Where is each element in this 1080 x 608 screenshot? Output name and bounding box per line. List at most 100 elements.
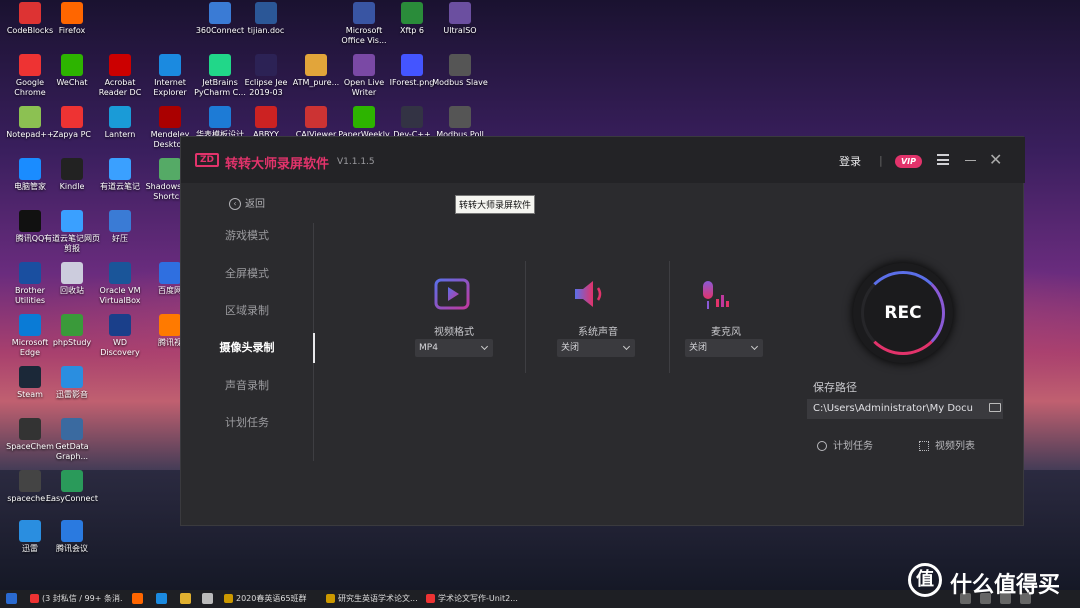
- title-separator: |: [879, 154, 883, 167]
- app-icon: [449, 2, 471, 24]
- grid-icon: [919, 441, 929, 451]
- explorer-icon[interactable]: [180, 593, 191, 604]
- desktop-icon[interactable]: Internet Explorer: [142, 54, 198, 98]
- app-icon: [19, 210, 41, 232]
- desktop-icon-label: 腾讯会议: [56, 544, 88, 553]
- wechat-icon[interactable]: [202, 593, 213, 604]
- desktop-icon[interactable]: WD Discovery: [92, 314, 148, 358]
- column-divider: [525, 261, 526, 373]
- app-icon: [255, 106, 277, 128]
- app-icon: [19, 106, 41, 128]
- app-icon: [19, 520, 41, 542]
- desktop-icon[interactable]: Lantern: [92, 106, 148, 140]
- desktop-icon[interactable]: Firefox: [44, 2, 100, 36]
- taskbar-item[interactable]: 2020春英语65班群: [224, 592, 318, 606]
- app-icon: [19, 54, 41, 76]
- record-label[interactable]: REC: [853, 303, 953, 323]
- title-bar[interactable]: ZD 转转大师录屏软件 V1.1.1.5 登录 | VIP ✕: [181, 137, 1025, 183]
- vip-badge[interactable]: VIP: [895, 155, 922, 168]
- desktop-icon[interactable]: UltraISO: [432, 2, 488, 36]
- desktop-icon[interactable]: Modbus Poll: [432, 106, 488, 140]
- sidebar-item-region[interactable]: 区域录制: [181, 302, 313, 318]
- app-icon: [19, 314, 41, 336]
- taskbar-item[interactable]: (3 封私信 / 99+ 条消...: [30, 592, 122, 606]
- desktop-icon[interactable]: Eclipse Jee 2019-03: [238, 54, 294, 98]
- sidebar-item-camera[interactable]: 摄像头录制: [181, 339, 313, 355]
- back-button[interactable]: ‹ 返回: [229, 195, 265, 210]
- app-icon: [109, 54, 131, 76]
- qq-icon: [224, 594, 233, 603]
- chevron-down-icon: [622, 342, 631, 351]
- desktop-icon[interactable]: Modbus Slave: [432, 54, 488, 88]
- video-format-select[interactable]: MP4: [415, 339, 493, 357]
- taskbar-item[interactable]: 学术论文写作-Unit2....: [426, 592, 518, 606]
- app-icon: [109, 262, 131, 284]
- app-icon: [353, 54, 375, 76]
- save-path-field[interactable]: C:\Users\Administrator\My Docu: [807, 399, 1003, 419]
- schedule-button[interactable]: 计划任务: [817, 437, 873, 452]
- login-button[interactable]: 登录: [839, 153, 861, 169]
- watermark: 值 什么值得买: [908, 563, 1078, 603]
- chevron-down-icon: [750, 342, 759, 351]
- app-icon: [61, 314, 83, 336]
- microphone-select[interactable]: 关闭: [685, 339, 763, 357]
- taskbar-item-label: 研究生英语学术论文...: [338, 594, 418, 603]
- desktop-icon[interactable]: EasyConnect: [44, 470, 100, 504]
- desktop-icon-label: 迅雷影音: [56, 390, 88, 399]
- app-icon: [305, 54, 327, 76]
- watermark-logo-icon: 值: [908, 563, 942, 597]
- app-icon: [305, 106, 327, 128]
- desktop-icon[interactable]: GetData Graph...: [44, 418, 100, 462]
- watermark-text: 什么值得买: [950, 573, 1061, 598]
- edge-icon[interactable]: [156, 593, 167, 604]
- desktop-icon-label: GetData Graph...: [55, 442, 89, 461]
- folder-icon: [326, 594, 335, 603]
- app-icon: [449, 106, 471, 128]
- system-sound-label: 系统声音: [578, 327, 618, 338]
- app-icon: [61, 470, 83, 492]
- column-divider: [669, 261, 670, 373]
- desktop-icon-label: Modbus Slave: [432, 78, 488, 87]
- microphone-value: 关闭: [689, 343, 708, 353]
- menu-icon[interactable]: [937, 154, 949, 165]
- system-sound-select[interactable]: 关闭: [557, 339, 635, 357]
- desktop-icon-label: 有道云笔记: [100, 182, 140, 191]
- desktop-icon[interactable]: tijian.doc: [238, 2, 294, 36]
- desktop-icon-label: Firefox: [58, 26, 86, 35]
- schedule-label: 计划任务: [833, 441, 873, 452]
- desktop-icon[interactable]: 迅雷影音: [44, 366, 100, 400]
- app-icon: [159, 314, 181, 336]
- app-icon: [19, 158, 41, 180]
- desktop-icon[interactable]: 好压: [92, 210, 148, 244]
- app-icon: [255, 54, 277, 76]
- app-icon: [401, 54, 423, 76]
- desktop-icon-label: Acrobat Reader DC: [98, 78, 142, 97]
- sidebar-item-game[interactable]: 游戏模式: [181, 227, 313, 243]
- desktop-icon[interactable]: Oracle VM VirtualBox: [92, 262, 148, 306]
- app-logo-icon: ZD: [195, 153, 219, 167]
- start-icon[interactable]: [6, 593, 17, 604]
- firefox-icon[interactable]: [132, 593, 143, 604]
- video-list-button[interactable]: 视频列表: [919, 437, 975, 452]
- folder-icon[interactable]: [989, 403, 1001, 412]
- system-sound-value: 关闭: [561, 343, 580, 353]
- taskbar-item[interactable]: 研究生英语学术论文...: [326, 592, 418, 606]
- clock-icon: [817, 441, 827, 451]
- desktop-icon[interactable]: Acrobat Reader DC: [92, 54, 148, 98]
- microphone-label: 麦克风: [711, 327, 741, 338]
- desktop-icon[interactable]: 有道云笔记: [92, 158, 148, 192]
- close-icon[interactable]: ✕: [989, 152, 1002, 168]
- app-icon: [19, 366, 41, 388]
- video-list-label: 视频列表: [935, 441, 975, 452]
- desktop-icon[interactable]: ABBYY: [238, 106, 294, 140]
- chevron-down-icon: [480, 342, 489, 351]
- app-icon: [61, 158, 83, 180]
- sidebar-item-fullscreen[interactable]: 全屏模式: [181, 265, 313, 281]
- desktop-icon[interactable]: 腾讯会议: [44, 520, 100, 554]
- taskbar-item-label: 学术论文写作-Unit2....: [438, 594, 518, 603]
- microphone-icon: [703, 281, 729, 309]
- app-icon: [61, 210, 83, 232]
- sidebar-item-audio[interactable]: 声音录制: [181, 377, 313, 393]
- sidebar-item-schedule[interactable]: 计划任务: [181, 414, 313, 430]
- minimize-icon[interactable]: [965, 160, 976, 161]
